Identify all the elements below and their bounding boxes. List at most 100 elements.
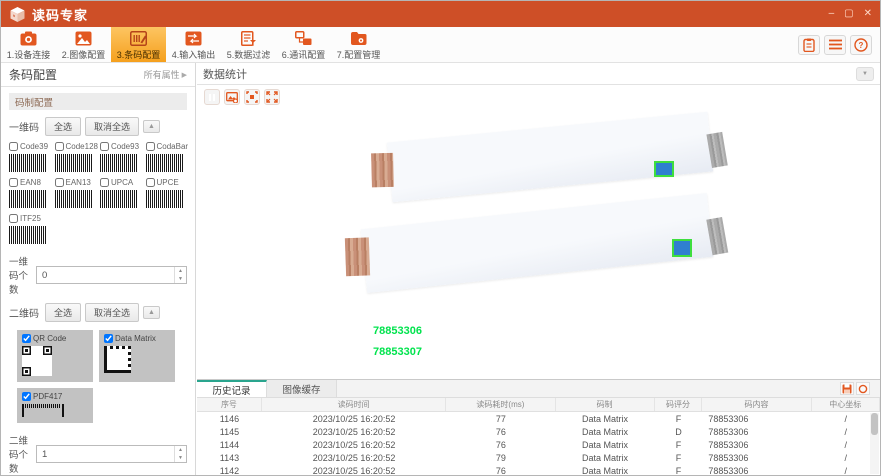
checkbox-input[interactable] [9,178,18,187]
barcode-type-label: Code93 [111,142,139,151]
twod-barcode-preview [22,404,88,417]
column-header-2[interactable]: 读码时间 [262,398,446,411]
copper-tab [371,153,394,188]
barcode-type-checkbox[interactable]: CodaBar [146,142,190,151]
spinner-down-icon[interactable]: ▼ [175,454,186,462]
minimize-button[interactable]: – [829,9,835,19]
main-toolbar: 1.设备连接 2.图像配置 3.条码配置 4.输入输出 [1,27,880,63]
close-button[interactable]: ✕ [864,9,872,19]
panel-collapse-button[interactable]: ▼ [856,67,874,81]
checkbox-input[interactable] [146,142,155,151]
barcode-preview [55,190,95,208]
viewer-button-4[interactable] [264,89,280,105]
checkbox-input[interactable] [100,178,109,187]
table-row-1[interactable]: 11462023/10/25 16:20:5277Data MatrixF788… [197,412,880,425]
table-cell: 2023/10/25 16:20:52 [262,464,446,475]
checkbox-input[interactable] [100,142,109,151]
barcode-type-checkbox[interactable]: Code128 [55,142,99,151]
viewer-button-icon [209,94,215,101]
checkbox-input[interactable] [55,142,64,151]
column-header-4[interactable]: 码制 [556,398,655,411]
decode-result-text-1: 78853306 [373,325,422,337]
toolbar-tab-1[interactable]: 1.设备连接 [1,27,56,62]
barcode-type-checkbox[interactable]: Code93 [100,142,144,151]
oned-collapse-button[interactable]: ▲ [143,120,160,133]
all-properties-link[interactable]: 所有属性 ▶ [144,68,187,81]
scrollbar-thumb[interactable] [871,413,878,435]
table-cell: F [655,464,703,475]
spinner-up-icon[interactable]: ▲ [175,446,186,454]
twod-select-all-button[interactable]: 全选 [45,303,81,322]
table-row-3[interactable]: 11442023/10/25 16:20:5276Data MatrixF788… [197,438,880,451]
history-tab-1[interactable]: 历史记录 [197,380,267,397]
barcode-type-checkbox[interactable]: EAN13 [55,178,99,187]
history-panel: 历史记录 图像缓存 [197,379,880,475]
oned-select-all-button[interactable]: 全选 [45,117,81,136]
toolbar-tab-7[interactable]: 7.配置管理 [331,27,386,62]
twod-barcode-checkbox[interactable]: QR Code [22,334,88,343]
oned-deselect-all-button[interactable]: 取消全选 [85,117,139,136]
toolbar-tab-6[interactable]: 6.通讯配置 [276,27,331,62]
twod-collapse-button[interactable]: ▲ [143,306,160,319]
barcode-preview [100,190,140,208]
checkbox-input[interactable] [55,178,64,187]
app-logo-icon [9,6,26,23]
barcode-type-checkbox[interactable]: UPCE [146,178,190,187]
column-header-5[interactable]: 码评分 [655,398,703,411]
barcode-type-checkbox[interactable]: UPCA [100,178,144,187]
barcode-type-checkbox[interactable]: ITF25 [9,214,53,223]
history-tab-actions [840,380,880,397]
checkbox-input[interactable] [22,334,31,343]
viewer-button-3[interactable] [244,89,260,105]
barcode-preview [55,154,95,172]
table-row-5[interactable]: 11422023/10/25 16:20:5276Data MatrixF788… [197,464,880,475]
barcode-preview [9,190,49,208]
barcode-type-item-7: UPCA [100,178,144,208]
spinner-up-icon[interactable]: ▲ [175,267,186,275]
checkbox-input[interactable] [9,214,18,223]
table-cell: F [655,438,703,451]
twod-deselect-all-button[interactable]: 取消全选 [85,303,139,322]
twod-barcode-checkbox[interactable]: Data Matrix [104,334,170,343]
column-header-1[interactable]: 序号 [197,398,262,411]
svg-text:?: ? [859,41,864,50]
toolbar-button-2[interactable] [824,35,846,55]
toolbar-tab-5[interactable]: 5.数据过滤 [221,27,276,62]
maximize-button[interactable]: ▢ [844,9,853,19]
table-row-4[interactable]: 11432023/10/25 16:20:5279Data MatrixF788… [197,451,880,464]
toolbar-tab-4[interactable]: 4.输入输出 [166,27,221,62]
twod-barcode-tile-1: QR Code [17,330,93,382]
twod-count-input[interactable] [37,446,174,462]
table-row-2[interactable]: 11452023/10/25 16:20:5276Data MatrixD788… [197,425,880,438]
toolbar-tab-2[interactable]: 2.图像配置 [56,27,111,62]
twod-barcode-tile-2: Data Matrix [99,330,175,382]
toolbar-button-1[interactable] [798,35,820,55]
toolbar-button-3[interactable]: ? [850,35,872,55]
twod-barcode-checkbox[interactable]: PDF417 [22,392,88,401]
table-cell: Data Matrix [556,464,655,475]
barcode-type-checkbox[interactable]: Code39 [9,142,53,151]
checkbox-input[interactable] [146,178,155,187]
checkbox-input[interactable] [104,334,113,343]
checkbox-input[interactable] [22,392,31,401]
checkbox-input[interactable] [9,142,18,151]
viewer-button-2[interactable] [224,89,240,105]
history-tab-2[interactable]: 图像缓存 [267,380,337,397]
toolbar-tab-3[interactable]: 3.条码配置 [111,27,166,62]
clear-history-button[interactable] [856,382,870,395]
spinner-down-icon[interactable]: ▼ [175,275,186,283]
twod-barcode-preview [104,346,170,373]
column-header-7[interactable]: 中心坐标 [812,398,880,411]
barcode-type-item-6: EAN13 [55,178,99,208]
oned-count-input[interactable] [37,267,174,283]
chevron-right-icon: ▶ [182,71,187,79]
save-history-button[interactable] [840,382,854,395]
barcode-type-label: Code128 [66,142,98,151]
column-header-3[interactable]: 读码耗时(ms) [446,398,555,411]
viewer-button-1[interactable] [204,89,220,105]
column-header-6[interactable]: 码内容 [702,398,811,411]
table-scrollbar[interactable] [870,413,879,474]
window-controls: – ▢ ✕ [829,9,872,19]
twod-count-spinner: ▲ ▼ [36,445,187,463]
barcode-type-checkbox[interactable]: EAN8 [9,178,53,187]
